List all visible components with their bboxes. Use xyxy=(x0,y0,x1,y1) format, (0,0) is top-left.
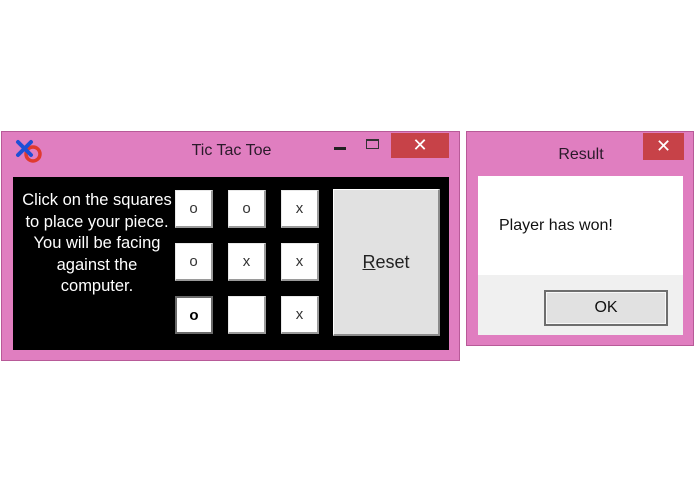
close-icon[interactable]: ✕ xyxy=(643,133,684,160)
board-cell-0-1[interactable]: o xyxy=(228,190,266,228)
instructions-text: Click on the squares to place your piece… xyxy=(22,191,172,295)
ok-button[interactable]: OK xyxy=(544,290,668,326)
minimize-icon[interactable] xyxy=(329,132,355,158)
maximize-icon[interactable] xyxy=(359,132,385,158)
board-cell-2-0[interactable]: o xyxy=(175,296,213,334)
reset-label: eset xyxy=(375,251,410,272)
close-icon[interactable]: ✕ xyxy=(391,133,449,158)
board-cell-0-2[interactable]: x xyxy=(281,190,319,228)
reset-button[interactable]: Reset xyxy=(333,189,440,336)
dialog-footer: OK xyxy=(478,275,683,335)
result-dialog: Result ✕ Player has won! OK xyxy=(466,131,694,346)
game-panel: Click on the squares to place your piece… xyxy=(13,177,449,350)
board-cell-1-2[interactable]: x xyxy=(281,243,319,281)
board-cell-0-0[interactable]: o xyxy=(175,190,213,228)
board-cell-1-1[interactable]: x xyxy=(228,243,266,281)
board-cell-1-0[interactable]: o xyxy=(175,243,213,281)
board-cell-2-2[interactable]: x xyxy=(281,296,319,334)
dialog-body: Player has won! xyxy=(478,176,683,275)
reset-mnemonic: R xyxy=(362,251,376,272)
board-cell-2-1[interactable] xyxy=(228,296,266,334)
result-message: Player has won! xyxy=(499,217,613,234)
game-window: Tic Tac Toe ✕ Click on the squares to pl… xyxy=(1,131,460,361)
